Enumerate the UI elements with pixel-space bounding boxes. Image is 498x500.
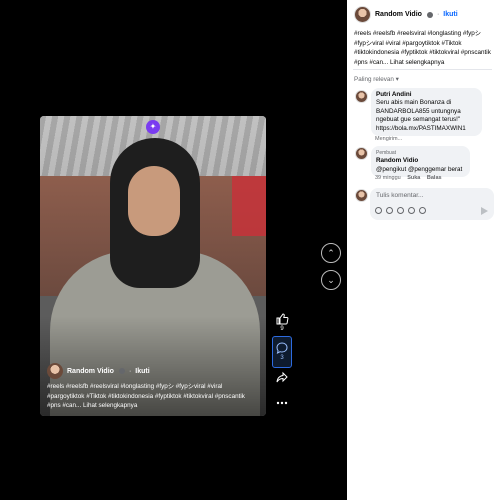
video-red-banner [232,176,266,236]
details-panel: Random Vidio · Ikuti #reels #reelsfb #re… [347,0,498,500]
next-video-button[interactable]: ⌄ [321,270,341,290]
author-name[interactable]: Random Vidio [375,11,422,18]
previous-video-button[interactable]: ⌃ [321,243,341,263]
creator-badge: Pembuat [376,150,397,156]
verified-icon [426,11,433,18]
divider [353,69,492,70]
comment-sort-dropdown[interactable]: Paling relevan ▾ [354,76,399,83]
comment-avatar[interactable] [355,147,368,160]
overlay-follow-button[interactable]: Ikuti [135,368,149,375]
chevron-up-icon: ⌃ [327,248,335,258]
like-button[interactable]: 9 [272,312,292,332]
comment-text: Seru abis main Bonanza di BANDARBOLA855 … [376,99,466,132]
comment-input-tools [375,207,426,214]
comment-bubble: Putri Andini Seru abis main Bonanza di B… [371,88,482,137]
comment-author[interactable]: Putri Andini [376,91,477,99]
overlay-caption[interactable]: #reels #reelsfb #reelsviral #longlasting… [47,382,259,411]
overlay-avatar[interactable] [47,363,63,379]
chevron-down-icon: ⌄ [327,275,335,285]
more-button[interactable] [272,396,292,410]
sparkle-icon[interactable]: ✦ [146,120,160,134]
header-separator: · [436,11,440,18]
verified-icon [118,368,125,374]
comment-reply-link[interactable]: Balas [427,175,442,181]
video-person-face [128,166,180,236]
sticker-icon[interactable] [419,207,426,214]
comment-meta: 39 minggu Suka Balas [375,175,442,181]
comment-avatar[interactable] [355,90,368,103]
video-overlay-header: Random Vidio · Ikuti [47,363,150,379]
follow-button[interactable]: Ikuti [443,11,457,18]
current-user-avatar [355,189,368,202]
comment-button[interactable]: 3 [272,336,292,368]
more-icon [276,401,288,405]
emoji-icon[interactable] [386,207,393,214]
gif-icon[interactable] [408,207,415,214]
overlay-author[interactable]: Random Vidio [67,368,114,375]
share-icon [276,371,288,383]
camera-icon[interactable] [397,207,404,214]
comment-count: 3 [280,355,284,361]
comment-bubble: Pembuat Random Vidio @pengikut @penggema… [371,146,470,178]
video-pane: ✦ Random Vidio · Ikuti #reels #reelsfb #… [0,0,347,500]
post-header: Random Vidio · Ikuti [354,6,458,23]
comment-author[interactable]: Random Vidio [376,157,465,165]
comment-text: @pengikut @penggemar berat [376,165,463,173]
comment-time: 39 minggu [375,175,401,181]
share-button[interactable] [272,370,292,384]
comment-input[interactable]: Tulis komentar... [370,188,494,220]
post-caption[interactable]: #reels #reelsfb #reelsviral #longlasting… [354,29,494,67]
comment-icon [276,342,288,354]
avatar-sticker-icon[interactable] [375,207,382,214]
like-icon [276,313,289,325]
comment-like-link[interactable]: Suka [407,175,420,181]
comment-status: Mengirim... [375,136,403,142]
author-avatar[interactable] [354,6,371,23]
overlay-separator: · [128,367,132,375]
send-icon[interactable] [481,207,488,215]
comment-input-placeholder: Tulis komentar... [376,192,424,199]
like-count: 9 [280,326,284,332]
